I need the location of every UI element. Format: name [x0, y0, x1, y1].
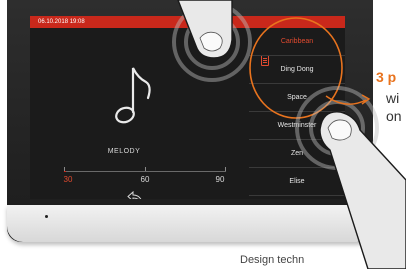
- finger-tap-icon: [319, 111, 406, 269]
- callout-title: 3 p: [376, 69, 397, 85]
- callout-line-2: on: [386, 108, 402, 124]
- touch-overlay: [172, 0, 406, 269]
- callout-line-1: wi: [386, 90, 400, 106]
- caption: Design techn: [240, 254, 305, 266]
